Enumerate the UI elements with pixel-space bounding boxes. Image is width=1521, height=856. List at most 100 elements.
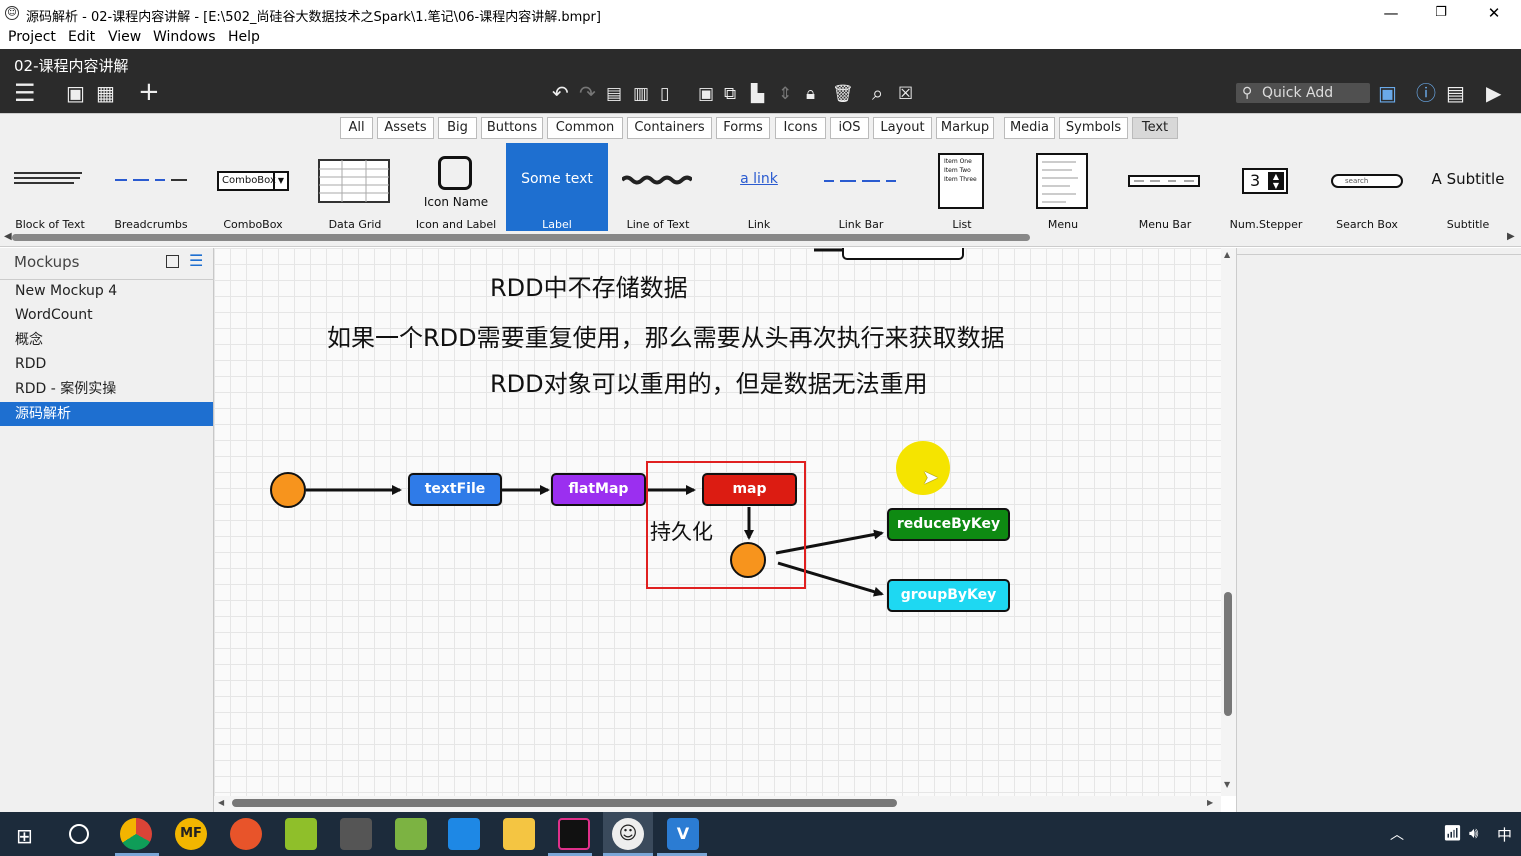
- library-item-search-box[interactable]: search Search Box: [1316, 143, 1418, 231]
- sidebar-item-concepts[interactable]: 概念: [0, 328, 213, 352]
- scroll-right-icon[interactable]: ▶: [1207, 798, 1213, 807]
- library-item-link-bar[interactable]: Link Bar: [810, 143, 912, 231]
- library-item-line-of-text[interactable]: Line of Text: [608, 143, 708, 231]
- mockup-canvas[interactable]: RDD中不存储数据 如果一个RDD需要重复使用，那么需要从头再次执行来获取数据 …: [214, 248, 1221, 796]
- properties-icon[interactable]: ▣: [1378, 82, 1397, 104]
- folder-icon[interactable]: [503, 818, 535, 850]
- library-scrollbar[interactable]: [12, 234, 1030, 241]
- filter-tab-symbols[interactable]: Symbols: [1059, 117, 1128, 139]
- node-flatmap[interactable]: flatMap: [551, 473, 646, 506]
- chrome-icon[interactable]: [120, 818, 152, 850]
- info-icon[interactable]: ⓘ: [1416, 82, 1436, 104]
- balsamiq-icon[interactable]: ☺: [612, 818, 644, 850]
- filter-tab-assets[interactable]: Assets: [377, 117, 434, 139]
- scroll-left-icon[interactable]: ◀: [4, 231, 12, 242]
- sidebar-item-rdd[interactable]: RDD: [0, 352, 213, 376]
- sidebar-item-source-analysis[interactable]: 源码解析: [0, 402, 213, 426]
- group-icon[interactable]: ▣: [698, 83, 714, 105]
- library-item-icon-and-label[interactable]: Icon Name Icon and Label: [406, 143, 506, 231]
- close-button[interactable]: ✕: [1471, 2, 1517, 24]
- duplicate-icon[interactable]: ▥: [633, 83, 649, 105]
- notepad-icon[interactable]: [395, 818, 427, 850]
- app-window-icon[interactable]: [448, 818, 480, 850]
- scroll-down-icon[interactable]: ▼: [1224, 780, 1230, 789]
- grid-view-icon[interactable]: ▦: [96, 82, 115, 104]
- scroll-up-icon[interactable]: ▲: [1224, 250, 1230, 259]
- mf-icon[interactable]: MF: [175, 818, 207, 850]
- scroll-right-icon[interactable]: ▶: [1507, 231, 1515, 242]
- library-item-label[interactable]: Some text Label: [506, 143, 608, 231]
- swirl-icon[interactable]: [230, 818, 262, 850]
- filter-tab-buttons[interactable]: Buttons: [481, 117, 543, 139]
- canvas-horizontal-scrollbar[interactable]: ◀ ▶: [214, 796, 1221, 812]
- ungroup-icon[interactable]: ⧉: [724, 83, 736, 105]
- presentation-icon[interactable]: ▶: [1486, 82, 1501, 104]
- persist-label[interactable]: 持久化: [650, 516, 713, 546]
- add-icon[interactable]: +: [138, 79, 160, 105]
- library-item-block-of-text[interactable]: Block of Text: [0, 143, 100, 231]
- filter-tab-media[interactable]: Media: [1004, 117, 1055, 139]
- minimize-button[interactable]: —: [1368, 2, 1414, 24]
- delete-icon[interactable]: 🗑︎: [832, 83, 854, 105]
- redo-icon[interactable]: ↷: [579, 82, 596, 104]
- library-item-breadcrumbs[interactable]: Breadcrumbs: [100, 143, 202, 231]
- filter-tab-all[interactable]: All: [340, 117, 373, 139]
- menu-view[interactable]: View: [108, 29, 141, 45]
- sidebar-item-new-mockup-4[interactable]: New Mockup 4: [0, 279, 213, 303]
- panel-toggle-icon[interactable]: ▣: [66, 82, 85, 104]
- filter-tab-forms[interactable]: Forms: [716, 117, 770, 139]
- ime-indicator[interactable]: 中: [1497, 824, 1512, 845]
- horizontal-scroll-thumb[interactable]: [232, 799, 897, 807]
- library-item-menu[interactable]: Menu: [1012, 143, 1114, 231]
- vertical-scroll-thumb[interactable]: [1224, 592, 1232, 716]
- library-item-num-stepper[interactable]: 3 ▲ ▼ Num.Stepper: [1216, 143, 1316, 231]
- scroll-left-icon[interactable]: ◀: [218, 798, 224, 807]
- windows-start-icon[interactable]: ⊞: [16, 824, 33, 848]
- menu-help[interactable]: Help: [228, 29, 260, 45]
- filter-tab-containers[interactable]: Containers: [627, 117, 712, 139]
- network-icon[interactable]: 📶︎: [1443, 824, 1462, 842]
- filter-tab-common[interactable]: Common: [547, 117, 623, 139]
- menu-edit[interactable]: Edit: [68, 29, 95, 45]
- close-view-icon[interactable]: ☒: [898, 83, 913, 105]
- sidebar-item-wordcount[interactable]: WordCount: [0, 303, 213, 327]
- visio-icon[interactable]: V: [667, 818, 699, 850]
- persist-circle[interactable]: [730, 542, 766, 578]
- app-green-icon[interactable]: [285, 818, 317, 850]
- paste-icon[interactable]: ▯: [660, 83, 669, 105]
- node-groupbykey[interactable]: groupByKey: [887, 579, 1010, 612]
- filter-tab-text[interactable]: Text: [1132, 117, 1178, 139]
- library-item-link[interactable]: a link Link: [708, 143, 810, 231]
- node-map[interactable]: map: [702, 473, 797, 506]
- sidebar-item-rdd-examples[interactable]: RDD - 案例实操: [0, 377, 213, 401]
- library-item-menu-bar[interactable]: Menu Bar: [1114, 143, 1216, 231]
- library-item-subtitle[interactable]: A Subtitle Subtitle: [1418, 143, 1518, 231]
- copy-icon[interactable]: ▤: [606, 83, 622, 105]
- search-icon[interactable]: ⌕: [872, 82, 883, 104]
- menu-project[interactable]: Project: [8, 29, 56, 45]
- hamburger-menu-icon[interactable]: ☰: [14, 81, 36, 105]
- start-circle[interactable]: [270, 472, 306, 508]
- menu-windows[interactable]: Windows: [153, 29, 216, 45]
- cortana-icon[interactable]: [69, 824, 89, 844]
- undo-icon[interactable]: ↶: [552, 82, 569, 104]
- library-item-combobox[interactable]: ComboBox ▼ ComboBox: [202, 143, 304, 231]
- filter-tab-layout[interactable]: Layout: [873, 117, 932, 139]
- filter-tab-big[interactable]: Big: [438, 117, 477, 139]
- show-hidden-icons-icon[interactable]: ︿: [1390, 824, 1404, 844]
- filter-tab-ios[interactable]: iOS: [830, 117, 869, 139]
- align-icon[interactable]: ⇕: [778, 83, 792, 105]
- filter-tab-icons[interactable]: Icons: [775, 117, 826, 139]
- volume-icon[interactable]: 🔊︎: [1469, 824, 1478, 842]
- notes-icon[interactable]: ▤: [1446, 82, 1465, 104]
- quick-add-input[interactable]: ⚲ Quick Add: [1236, 83, 1370, 103]
- node-textfile[interactable]: textFile: [408, 473, 502, 506]
- lock-icon[interactable]: 🔒︎: [806, 83, 815, 105]
- node-reducebykey[interactable]: reduceByKey: [887, 508, 1010, 541]
- filter-tab-markup[interactable]: Markup: [936, 117, 994, 139]
- app-tool-icon[interactable]: [340, 818, 372, 850]
- intellij-icon[interactable]: [558, 818, 590, 850]
- library-item-list[interactable]: Item One Item Two Item Three List: [912, 143, 1012, 231]
- arrange-icon[interactable]: ▙: [751, 83, 764, 105]
- canvas-vertical-scrollbar[interactable]: ▲ ▼: [1221, 248, 1236, 796]
